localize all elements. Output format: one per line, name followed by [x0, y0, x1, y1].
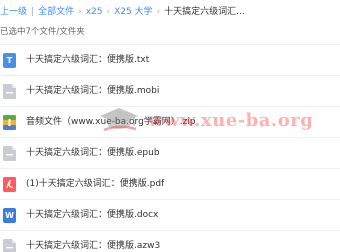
- breadcrumb-arrow: ›: [78, 7, 82, 17]
- file-name[interactable]: 十天搞定六级词汇：便携版.mobi: [26, 76, 159, 106]
- breadcrumb-item-x25[interactable]: x25: [86, 7, 103, 17]
- word-file-icon: W: [3, 208, 16, 223]
- breadcrumb-separator: |: [31, 7, 35, 17]
- file-name[interactable]: 十天搞定六级词汇：便携版.epub: [26, 138, 160, 168]
- breadcrumb-current-folder: 十天搞定六级词汇...: [164, 7, 245, 17]
- breadcrumb: 上一级 | 全部文件 › x25 › X25 大学 › 十天搞定六级词汇...: [0, 5, 245, 19]
- zip-file-icon: [3, 115, 16, 130]
- file-row-docx[interactable]: W 十天搞定六级词汇：便携版.docx: [0, 200, 340, 231]
- selection-count: 已选中7个文件/文件夹: [0, 27, 85, 37]
- breadcrumb-arrow: ›: [106, 7, 111, 17]
- file-row-pdf[interactable]: (1)十天搞定六级词汇：便携版.pdf: [0, 169, 340, 200]
- breadcrumb-item-x25-university[interactable]: X25 大学: [114, 7, 152, 17]
- file-name[interactable]: 十天搞定六级词汇：便携版.txt: [26, 45, 149, 75]
- file-name[interactable]: 十天搞定六级词汇：便携版.docx: [26, 200, 158, 230]
- file-list: T 十天搞定六级词汇：便携版.txt 十天搞定六级词汇：便携版.mobi 音频文…: [0, 44, 340, 252]
- file-row-azw3[interactable]: 十天搞定六级词汇：便携版.azw3: [0, 231, 340, 252]
- back-link[interactable]: 上一级: [0, 7, 27, 17]
- txt-file-icon: T: [3, 53, 16, 68]
- breadcrumb-item-all-files[interactable]: 全部文件: [38, 7, 74, 17]
- pdf-file-icon: [3, 177, 16, 192]
- file-row-txt[interactable]: T 十天搞定六级词汇：便携版.txt: [0, 44, 340, 76]
- file-name[interactable]: 十天搞定六级词汇：便携版.azw3: [26, 231, 160, 252]
- ebook-file-icon: [3, 239, 16, 252]
- ebook-file-icon: [3, 146, 16, 161]
- file-name[interactable]: 音频文件（www.xue-ba.org学霸网）.zip: [26, 107, 196, 137]
- file-row-epub[interactable]: 十天搞定六级词汇：便携版.epub: [0, 138, 340, 169]
- file-browser: 上一级 | 全部文件 › x25 › X25 大学 › 十天搞定六级词汇... 已选中7个文件/…: [0, 0, 340, 252]
- breadcrumb-arrow: ›: [156, 7, 161, 17]
- ebook-file-icon: [3, 84, 16, 99]
- file-row-zip[interactable]: 音频文件（www.xue-ba.org学霸网）.zip: [0, 107, 340, 138]
- file-row-mobi[interactable]: 十天搞定六级词汇：便携版.mobi: [0, 76, 340, 107]
- file-name[interactable]: (1)十天搞定六级词汇：便携版.pdf: [26, 169, 164, 199]
